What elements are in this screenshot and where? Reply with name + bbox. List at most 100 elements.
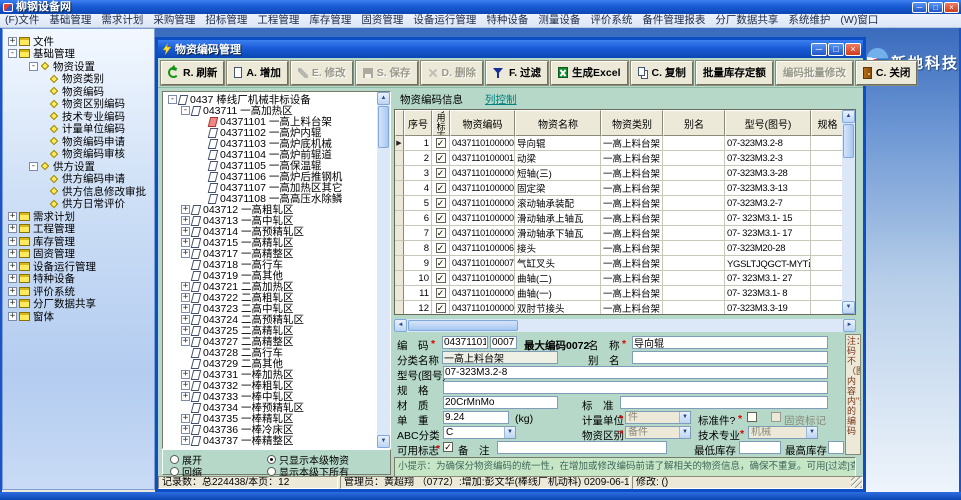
- weight-input[interactable]: [443, 411, 509, 424]
- dialog-close-button[interactable]: ×: [845, 43, 861, 56]
- scroll-right-icon[interactable]: ►: [843, 319, 856, 332]
- nav-tree-item[interactable]: 供方信息修改审批: [3, 185, 154, 198]
- usable-checkbox[interactable]: ✓: [436, 273, 446, 283]
- expand-toggle-icon[interactable]: +: [8, 37, 17, 46]
- expand-toggle-icon[interactable]: +: [181, 337, 190, 346]
- menu-item[interactable]: (W)窗口: [835, 14, 883, 27]
- category-tree-item[interactable]: +043713 一高中轧区: [164, 215, 376, 226]
- expand-toggle-icon[interactable]: -: [8, 49, 17, 58]
- usable-checkbox[interactable]: ✓: [436, 258, 446, 268]
- category-tree-item[interactable]: +043733 一棒中轧区: [164, 391, 376, 402]
- table-cell[interactable]: ✓: [432, 226, 450, 241]
- grid-column-header[interactable]: 物资编码: [450, 110, 515, 136]
- usable-checkbox[interactable]: ✓: [436, 303, 446, 313]
- table-cell[interactable]: ✓: [432, 136, 450, 151]
- grid-hscrollbar[interactable]: ◄ ►: [394, 319, 856, 332]
- nav-tree-item[interactable]: 供方编码申请: [3, 173, 154, 186]
- scroll-up-icon[interactable]: ▲: [842, 110, 855, 123]
- save-button[interactable]: S. 保存: [356, 61, 418, 85]
- expand-toggle-icon[interactable]: +: [181, 414, 190, 423]
- distinction-combo[interactable]: 备件 ▼: [625, 426, 691, 439]
- excel-button[interactable]: 生成Excel: [551, 61, 627, 85]
- menu-item[interactable]: 固资管理: [356, 14, 408, 27]
- resize-grip[interactable]: [851, 477, 862, 488]
- category-tree-item[interactable]: 04371104 一高炉前辊道: [164, 149, 376, 160]
- category-tree-item[interactable]: 04371101 一高上料台架: [164, 116, 376, 127]
- menu-item[interactable]: 测量设备: [533, 14, 585, 27]
- specialty-combo[interactable]: 机械 ▼: [748, 426, 818, 439]
- category-tree-item[interactable]: +043736 一棒冷床区: [164, 424, 376, 435]
- menu-item[interactable]: 特种设备: [481, 14, 533, 27]
- menu-item[interactable]: (F)文件: [0, 14, 44, 27]
- nav-tree-item[interactable]: +库存管理: [3, 235, 154, 248]
- expand-toggle-icon[interactable]: +: [181, 249, 190, 258]
- model-input[interactable]: [443, 366, 828, 379]
- grid-column-header[interactable]: 物资类别: [601, 110, 663, 136]
- usable-checkbox[interactable]: ✓: [436, 213, 446, 223]
- nav-tree-item[interactable]: +窗体: [3, 310, 154, 323]
- table-cell[interactable]: ✓: [432, 196, 450, 211]
- nav-tree-item[interactable]: 物资区别编码: [3, 98, 154, 111]
- spec-input[interactable]: [443, 381, 828, 394]
- category-tree-item[interactable]: +043735 一棒精轧区: [164, 413, 376, 424]
- grid-column-header[interactable]: 别名: [663, 110, 725, 136]
- grid-column-header[interactable]: 型号(图号): [725, 110, 811, 136]
- dialog-minimize-button[interactable]: ─: [811, 43, 827, 56]
- menu-item[interactable]: 系统维护: [783, 14, 835, 27]
- expand-toggle-icon[interactable]: -: [29, 62, 38, 71]
- expand-toggle-icon[interactable]: +: [8, 262, 17, 271]
- standard-part-checkbox[interactable]: [747, 412, 757, 422]
- expand-toggle-icon[interactable]: +: [181, 282, 190, 291]
- expand-toggle-icon[interactable]: +: [8, 249, 17, 258]
- batch-edit-button[interactable]: 编码批量修改: [776, 61, 853, 85]
- category-tree-item[interactable]: 04371108 一高高压水除鳞: [164, 193, 376, 204]
- menu-item[interactable]: 基础管理: [44, 14, 96, 27]
- category-tree-item[interactable]: +043723 二高中轧区: [164, 303, 376, 314]
- refresh-button[interactable]: R. 刷新: [161, 61, 224, 85]
- nav-tree-item[interactable]: +固资管理: [3, 248, 154, 261]
- scroll-down-icon[interactable]: ▼: [377, 435, 390, 448]
- expand-toggle-icon[interactable]: +: [181, 326, 190, 335]
- expand-toggle-icon[interactable]: +: [8, 274, 17, 283]
- category-tree-scrollbar[interactable]: ▲ ▼: [377, 92, 390, 448]
- table-row[interactable]: 8✓04371101000069接头一高上料台架07-323M20-28: [395, 241, 855, 256]
- table-row[interactable]: 11✓04371101000001曲轴(一)一高上料台架07- 323M3.1-…: [395, 286, 855, 301]
- usable-checkbox[interactable]: ✓: [443, 442, 453, 452]
- table-cell[interactable]: ✓: [432, 241, 450, 256]
- usable-checkbox[interactable]: ✓: [436, 153, 446, 163]
- nav-tree-item[interactable]: +需求计划: [3, 210, 154, 223]
- expand-toggle-icon[interactable]: +: [181, 227, 190, 236]
- usable-checkbox[interactable]: ✓: [436, 198, 446, 208]
- usable-checkbox[interactable]: ✓: [436, 138, 446, 148]
- nav-tree-item[interactable]: 物资编码: [3, 85, 154, 98]
- nav-tree-item[interactable]: 物资类别: [3, 73, 154, 86]
- expand-toggle-icon[interactable]: +: [181, 315, 190, 324]
- category-tree-item[interactable]: +043717 一高精整区: [164, 248, 376, 259]
- radio-icon[interactable]: [170, 455, 179, 464]
- scroll-left-icon[interactable]: ◄: [394, 319, 407, 332]
- table-cell[interactable]: ✓: [432, 151, 450, 166]
- scroll-up-icon[interactable]: ▲: [377, 92, 390, 105]
- category-tree-item[interactable]: 04371103 一高炉底机械: [164, 138, 376, 149]
- expand-toggle-icon[interactable]: +: [181, 205, 190, 214]
- menu-item[interactable]: 招标管理: [200, 14, 252, 27]
- nav-tree-item[interactable]: +工程管理: [3, 223, 154, 236]
- nav-tree-item[interactable]: +设备运行管理: [3, 260, 154, 273]
- usable-checkbox[interactable]: ✓: [436, 288, 446, 298]
- category-tree-item[interactable]: 04371106 一高炉后推钢机: [164, 171, 376, 182]
- category-tree-item[interactable]: 043728 二高行车: [164, 347, 376, 358]
- nav-tree-item[interactable]: +特种设备: [3, 273, 154, 286]
- edit-button[interactable]: E. 修改: [291, 61, 353, 85]
- expand-toggle-icon[interactable]: +: [181, 381, 190, 390]
- abc-combo[interactable]: C ▼: [443, 426, 516, 439]
- category-tree-item[interactable]: +043732 一棒粗轧区: [164, 380, 376, 391]
- usable-checkbox[interactable]: ✓: [436, 243, 446, 253]
- expand-toggle-icon[interactable]: +: [8, 287, 17, 296]
- expand-toggle-icon[interactable]: +: [181, 436, 190, 445]
- category-tree-item[interactable]: -043711 一高加热区: [164, 105, 376, 116]
- nav-tree-item[interactable]: 技术专业编码: [3, 110, 154, 123]
- expand-toggle-icon[interactable]: +: [181, 216, 190, 225]
- expand-toggle-icon[interactable]: +: [181, 293, 190, 302]
- table-row[interactable]: 3✓04371101000008短轴(三)一高上料台架07-323M3.3-28: [395, 166, 855, 181]
- table-cell[interactable]: ✓: [432, 166, 450, 181]
